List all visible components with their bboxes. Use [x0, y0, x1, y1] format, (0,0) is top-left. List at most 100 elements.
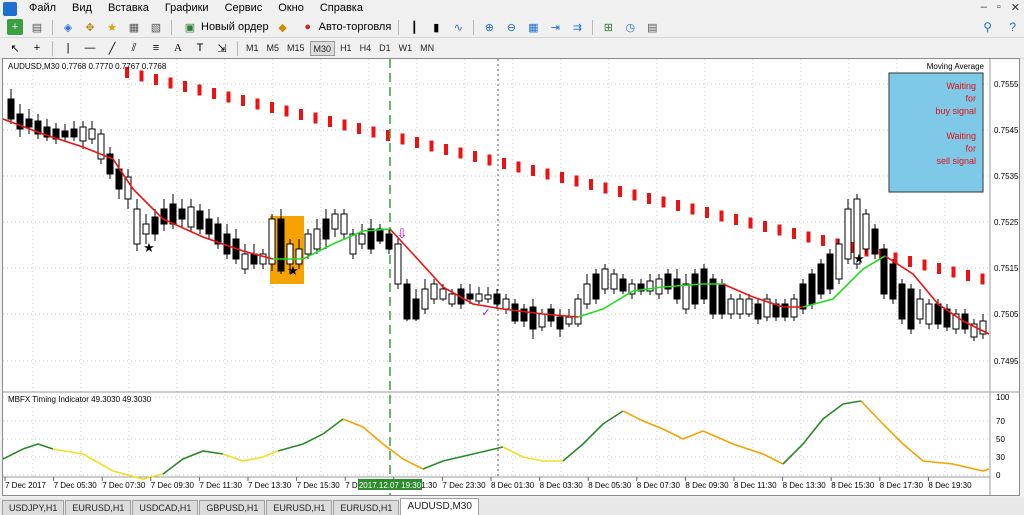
osc-segment — [222, 450, 279, 462]
horizontal-line-icon[interactable]: — — [82, 40, 98, 56]
candle-body — [799, 283, 807, 310]
menu-charts[interactable]: Графики — [157, 0, 217, 17]
cursor-icon[interactable]: ↖ — [7, 40, 23, 56]
ma-dot — [154, 74, 158, 85]
chart-tabs: USDJPY,H1 EURUSD,H1 USDCAD,H1 GBPUSD,H1 … — [0, 498, 1024, 515]
candle-body — [295, 248, 303, 265]
ma-dot — [690, 203, 695, 215]
tab-eurusd-h1-3[interactable]: EURUSD,H1 — [333, 500, 400, 515]
minimize-icon[interactable]: – — [981, 1, 987, 14]
candle-body — [817, 263, 825, 295]
osc-segment — [502, 446, 563, 462]
help-icon[interactable]: ? — [1009, 20, 1016, 34]
time-label: 8 Dec 01:30 — [491, 481, 535, 490]
candlestick-icon[interactable]: ▮ — [428, 19, 444, 35]
standard-toolbar: + ▤ ◈ ✥ ★ ▦ ▧ ▣ Новый ордер ◆ ● Авто-тор… — [0, 17, 1024, 38]
menu-insert[interactable]: Вставка — [100, 0, 157, 17]
terminal-icon[interactable]: ▦ — [126, 19, 142, 35]
timeframe-w1[interactable]: W1 — [396, 41, 416, 56]
arrows-icon[interactable]: ⇲ — [214, 40, 230, 56]
candle-body — [340, 213, 348, 235]
new-order-label: Новый ордер — [201, 21, 269, 33]
menu-tools[interactable]: Сервис — [217, 0, 271, 17]
ma-dot — [603, 182, 608, 194]
templates-icon[interactable]: ▤ — [644, 19, 660, 35]
text-icon[interactable]: A — [170, 40, 186, 56]
candle-body — [754, 303, 762, 320]
timeframe-h1[interactable]: H1 — [337, 41, 355, 56]
profiles-icon[interactable]: ▤ — [29, 19, 45, 35]
zoom-in-icon[interactable]: ⊕ — [481, 19, 497, 35]
candle-body — [502, 298, 510, 310]
ma-dot — [966, 270, 970, 281]
time-label: 7 Dec 13:30 — [248, 481, 292, 490]
separator — [398, 19, 400, 35]
search-icon[interactable]: ⚲ — [983, 20, 992, 34]
candle-body — [151, 216, 159, 235]
vertical-line-icon[interactable]: | — [60, 40, 76, 56]
bar-chart-icon[interactable]: ┃ — [406, 19, 422, 35]
timeframe-m15[interactable]: M15 — [284, 41, 308, 56]
menu-window[interactable]: Окно — [270, 0, 312, 17]
ma-dot — [821, 235, 825, 246]
market-watch-icon[interactable]: ◈ — [60, 19, 76, 35]
tab-eurusd-h1[interactable]: EURUSD,H1 — [65, 500, 132, 515]
window-controls: – ▫ ✕ — [981, 1, 1020, 14]
price-chart[interactable]: ★ ★ ★ ⇩ ✓ 0.7555 0.7545 0.7535 0.7525 0.7515… — [2, 59, 1019, 495]
candle-body — [322, 218, 330, 240]
time-label: 8 Dec 13:30 — [783, 481, 827, 490]
tab-gbpusd-h1[interactable]: GBPUSD,H1 — [199, 500, 266, 515]
new-order-button[interactable]: ▣ Новый ордер — [176, 18, 272, 36]
signal-text-line: for — [965, 144, 976, 154]
text-label-icon[interactable]: T — [192, 40, 208, 56]
strategy-tester-icon[interactable]: ▧ — [148, 19, 164, 35]
tile-windows-icon[interactable]: ▦ — [525, 19, 541, 35]
candle-body — [421, 288, 429, 310]
time-label: 7 Dec 11:30 — [199, 481, 242, 490]
restore-icon[interactable]: ▫ — [997, 1, 1001, 14]
autotrading-button[interactable]: ● Авто-торговля — [294, 18, 395, 36]
osc-segment — [277, 418, 344, 452]
chart-shift-icon[interactable]: ⇥ — [547, 19, 563, 35]
menu-view[interactable]: Вид — [64, 0, 100, 17]
close-icon[interactable]: ✕ — [1011, 1, 1020, 14]
new-chart-icon[interactable]: + — [7, 19, 23, 35]
candle-body — [574, 298, 582, 325]
chart-window[interactable]: ★ ★ ★ ⇩ ✓ 0.7555 0.7545 0.7535 0.7525 0.7515… — [2, 58, 1020, 496]
timeframe-mn[interactable]: MN — [417, 41, 437, 56]
autoscroll-icon[interactable]: ⇉ — [569, 19, 585, 35]
equidistant-channel-icon[interactable]: ⫽ — [126, 40, 142, 56]
periods-icon[interactable]: ◷ — [622, 19, 638, 35]
trendline-icon[interactable]: ╱ — [104, 40, 120, 56]
tab-eurusd-h1-2[interactable]: EURUSD,H1 — [266, 500, 333, 515]
timeframe-m5[interactable]: M5 — [264, 41, 283, 56]
candle-body — [907, 288, 915, 330]
zoom-out-icon[interactable]: ⊖ — [503, 19, 519, 35]
tab-audusd-m30[interactable]: AUDUSD,M30 — [400, 498, 479, 515]
menu-file[interactable]: Файл — [21, 0, 64, 17]
menu-help[interactable]: Справка — [312, 0, 371, 17]
time-label: 8 Dec 09:30 — [685, 481, 729, 490]
candle-body — [394, 243, 402, 285]
osc-segment — [162, 450, 224, 475]
time-label: 7 Dec 15:30 — [297, 481, 341, 490]
separator — [171, 19, 172, 35]
candle-body — [430, 283, 438, 300]
data-window-icon[interactable]: ★ — [104, 19, 120, 35]
tab-usdcad-h1[interactable]: USDCAD,H1 — [132, 500, 199, 515]
timeframe-m30[interactable]: M30 — [309, 40, 336, 56]
crosshair-icon[interactable]: + — [29, 40, 45, 56]
line-chart-icon[interactable]: ∿ — [450, 19, 466, 35]
indicators-icon[interactable]: ⊞ — [600, 19, 616, 35]
timeframe-m1[interactable]: M1 — [243, 41, 262, 56]
candle-body — [790, 298, 798, 318]
fibonacci-icon[interactable]: ≡ — [148, 40, 164, 56]
metaeditor-icon[interactable]: ◆ — [275, 19, 291, 35]
ma-dot — [357, 123, 361, 134]
tab-usdjpy-h1[interactable]: USDJPY,H1 — [2, 500, 65, 515]
navigator-icon[interactable]: ✥ — [82, 19, 98, 35]
timeframe-d1[interactable]: D1 — [376, 41, 394, 56]
chart-title: AUDUSD,M30 0.7768 0.7770 0.7767 0.7768 — [8, 62, 167, 71]
ma-dot — [313, 112, 318, 124]
timeframe-h4[interactable]: H4 — [357, 41, 375, 56]
